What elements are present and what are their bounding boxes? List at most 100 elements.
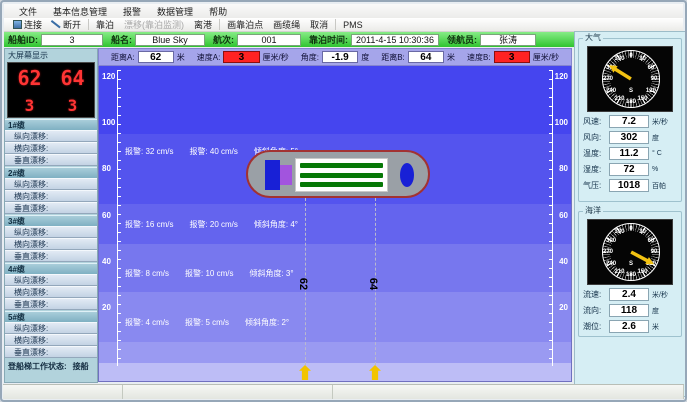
ocean-row-unit: 米/秒 — [649, 290, 677, 300]
ship-name-label: 船名: — [111, 33, 132, 46]
ruler-tick-label: 60 — [102, 211, 122, 220]
weather-row-label: 风速: — [583, 116, 609, 127]
distance-b-label: 距离B: — [381, 52, 405, 63]
ruler-tick-label: 40 — [102, 257, 122, 266]
menu-item[interactable]: 帮助 — [202, 4, 234, 19]
toolbar-separator — [335, 19, 336, 30]
cancel-button[interactable]: 取消 — [305, 18, 333, 31]
ship-deckhouse — [280, 165, 292, 185]
menu-item[interactable]: 报警 — [116, 4, 148, 19]
dial-number: 240 — [606, 261, 616, 267]
ocean-row-unit: 度 — [649, 306, 677, 316]
ship-id-label: 船舶ID: — [8, 33, 38, 46]
weather-row-value: 11.2 — [609, 147, 649, 160]
pilot-field[interactable]: 张涛 — [480, 34, 536, 46]
berth-time-label: 靠泊时间: — [309, 33, 348, 46]
dial-number: 150 — [637, 269, 647, 275]
depart-button[interactable]: 离港 — [189, 18, 217, 31]
angle-unit: 度 — [361, 52, 369, 63]
right-distance-ruler: 12010080604020 — [548, 72, 568, 312]
alarm-speed-a: 报警: 4 cm/s — [125, 317, 169, 328]
menu-item[interactable]: 数据管理 — [150, 4, 200, 19]
environment-panel: 大气 0306090120150180210240270300330S 风速: … — [574, 31, 686, 397]
cable-group-header[interactable]: 5#缆 — [5, 311, 97, 322]
longitudinal-drift-row: 纵向漂移: — [5, 274, 97, 286]
big-display-panel: 62 64 3 3 — [7, 62, 95, 118]
cable-group: 4#缆 纵向漂移: 横向漂移: 垂直漂移: — [5, 263, 97, 310]
dial-number: 150 — [637, 96, 647, 102]
speed-b-unit: 厘米/秒 — [533, 52, 559, 63]
left-distance-ruler: 12010080604020 — [102, 72, 122, 312]
weather-row-label: 温度: — [583, 148, 609, 159]
ruler-tick-label: 100 — [102, 118, 122, 127]
cable-group-header[interactable]: 3#缆 — [5, 215, 97, 226]
cable-group: 1#缆 纵向漂移: 横向漂移: 垂直漂移: — [5, 119, 97, 166]
berth-time-field[interactable]: 2011-4-15 10:30:36 — [351, 34, 439, 46]
ship-info-bar: 船舶ID: 3 船名: Blue Sky 航次: 001 靠泊时间: 2011-… — [4, 32, 572, 47]
dial-number: 0 — [629, 226, 632, 232]
pms-button[interactable]: PMS — [338, 18, 368, 31]
longitudinal-drift-row: 纵向漂移: — [5, 322, 97, 334]
display-speed-b: 3 — [68, 96, 78, 115]
disconnect-button[interactable]: 断开 — [47, 18, 86, 31]
dial-number: 300 — [606, 238, 616, 244]
longitudinal-drift-row: 纵向漂移: — [5, 226, 97, 238]
distance-b-value: 64 — [408, 51, 444, 63]
distance-a-value: 62 — [138, 51, 174, 63]
cargo-stripe — [300, 173, 383, 178]
weather-row-unit: % — [649, 166, 677, 173]
ship-id-field[interactable]: 3 — [41, 34, 103, 46]
ship-shape[interactable] — [246, 150, 430, 198]
gangway-status-value: 接船 — [73, 360, 89, 374]
dial-number: 60 — [648, 65, 655, 71]
dial-number: 30 — [639, 229, 646, 235]
berth-button[interactable]: 靠泊 — [91, 18, 119, 31]
ruler-tick-label: 20 — [548, 303, 568, 312]
ocean-row-label: 流向: — [583, 305, 609, 316]
connect-button[interactable]: 连接 — [8, 18, 47, 31]
cable-group-header[interactable]: 2#缆 — [5, 167, 97, 178]
sidebar: 大屏幕显示 62 64 3 3 1#缆 纵向漂移: 横向漂移: 垂直漂移: 2#… — [4, 48, 98, 383]
ocean-row-value: 118 — [609, 304, 649, 317]
cargo-stripe — [300, 163, 383, 168]
dial-number: 330 — [614, 56, 624, 62]
current-direction-gauge: 0306090120150180210240270300330S — [587, 219, 673, 285]
distance-line-b-label: 64 — [367, 278, 379, 290]
weather-row-unit: ° C — [649, 150, 677, 157]
weather-row-label: 风向: — [583, 132, 609, 143]
measurement-bar: 距离A: 62 米 速度A: 3 厘米/秒 角度: -1.9 度 距离B: 64… — [98, 48, 572, 66]
ship-superstructure — [265, 160, 280, 190]
atmosphere-groupbox: 大气 0306090120150180210240270300330S 风速: … — [578, 38, 682, 202]
lateral-drift-row: 横向漂移: — [5, 334, 97, 346]
ocean-groupbox: 海洋 0306090120150180210240270300330S 流速: … — [578, 211, 682, 337]
draw-cable-button[interactable]: 画缆绳 — [268, 18, 305, 31]
alarm-speed-b: 报警: 10 cm/s — [185, 268, 233, 279]
vertical-drift-row: 垂直漂移: — [5, 154, 97, 166]
menu-item[interactable]: 基本信息管理 — [46, 4, 114, 19]
menu-item[interactable]: 文件 — [12, 4, 44, 19]
vertical-drift-row: 垂直漂移: — [5, 298, 97, 310]
draw-berth-point-button[interactable]: 画靠泊点 — [222, 18, 268, 31]
weather-row-value: 7.2 — [609, 115, 649, 128]
ruler-tick-label: 60 — [548, 211, 568, 220]
voyage-field[interactable]: 001 — [237, 34, 301, 46]
weather-row: 风速: 7.2 米/秒 — [583, 115, 677, 128]
weather-row-value: 72 — [609, 163, 649, 176]
cable-group-header[interactable]: 1#缆 — [5, 119, 97, 130]
wind-direction-gauge: 0306090120150180210240270300330S — [587, 46, 673, 112]
weather-row: 风向: 302 度 — [583, 131, 677, 144]
dial-number: 210 — [614, 96, 624, 102]
display-distance-b: 64 — [60, 66, 84, 90]
alarm-threshold-row: 报警: 16 cm/s 报警: 20 cm/s 倾斜角度: 4° — [125, 219, 298, 230]
alarm-tilt-angle: 倾斜角度: 3° — [249, 268, 293, 279]
dial-number: 270 — [603, 76, 613, 82]
berth-visualization[interactable]: 12010080604020 12010080604020 报警: 32 cm/… — [98, 66, 572, 382]
ruler-tick-label: 40 — [548, 257, 568, 266]
ship-name-field[interactable]: Blue Sky — [135, 34, 205, 46]
angle-value: -1.9 — [322, 51, 358, 63]
status-cell — [3, 385, 123, 399]
distance-line-a-label: 62 — [297, 278, 309, 290]
weather-row-value: 302 — [609, 131, 649, 144]
dial-number: 30 — [639, 56, 646, 62]
cable-group-header[interactable]: 4#缆 — [5, 263, 97, 274]
